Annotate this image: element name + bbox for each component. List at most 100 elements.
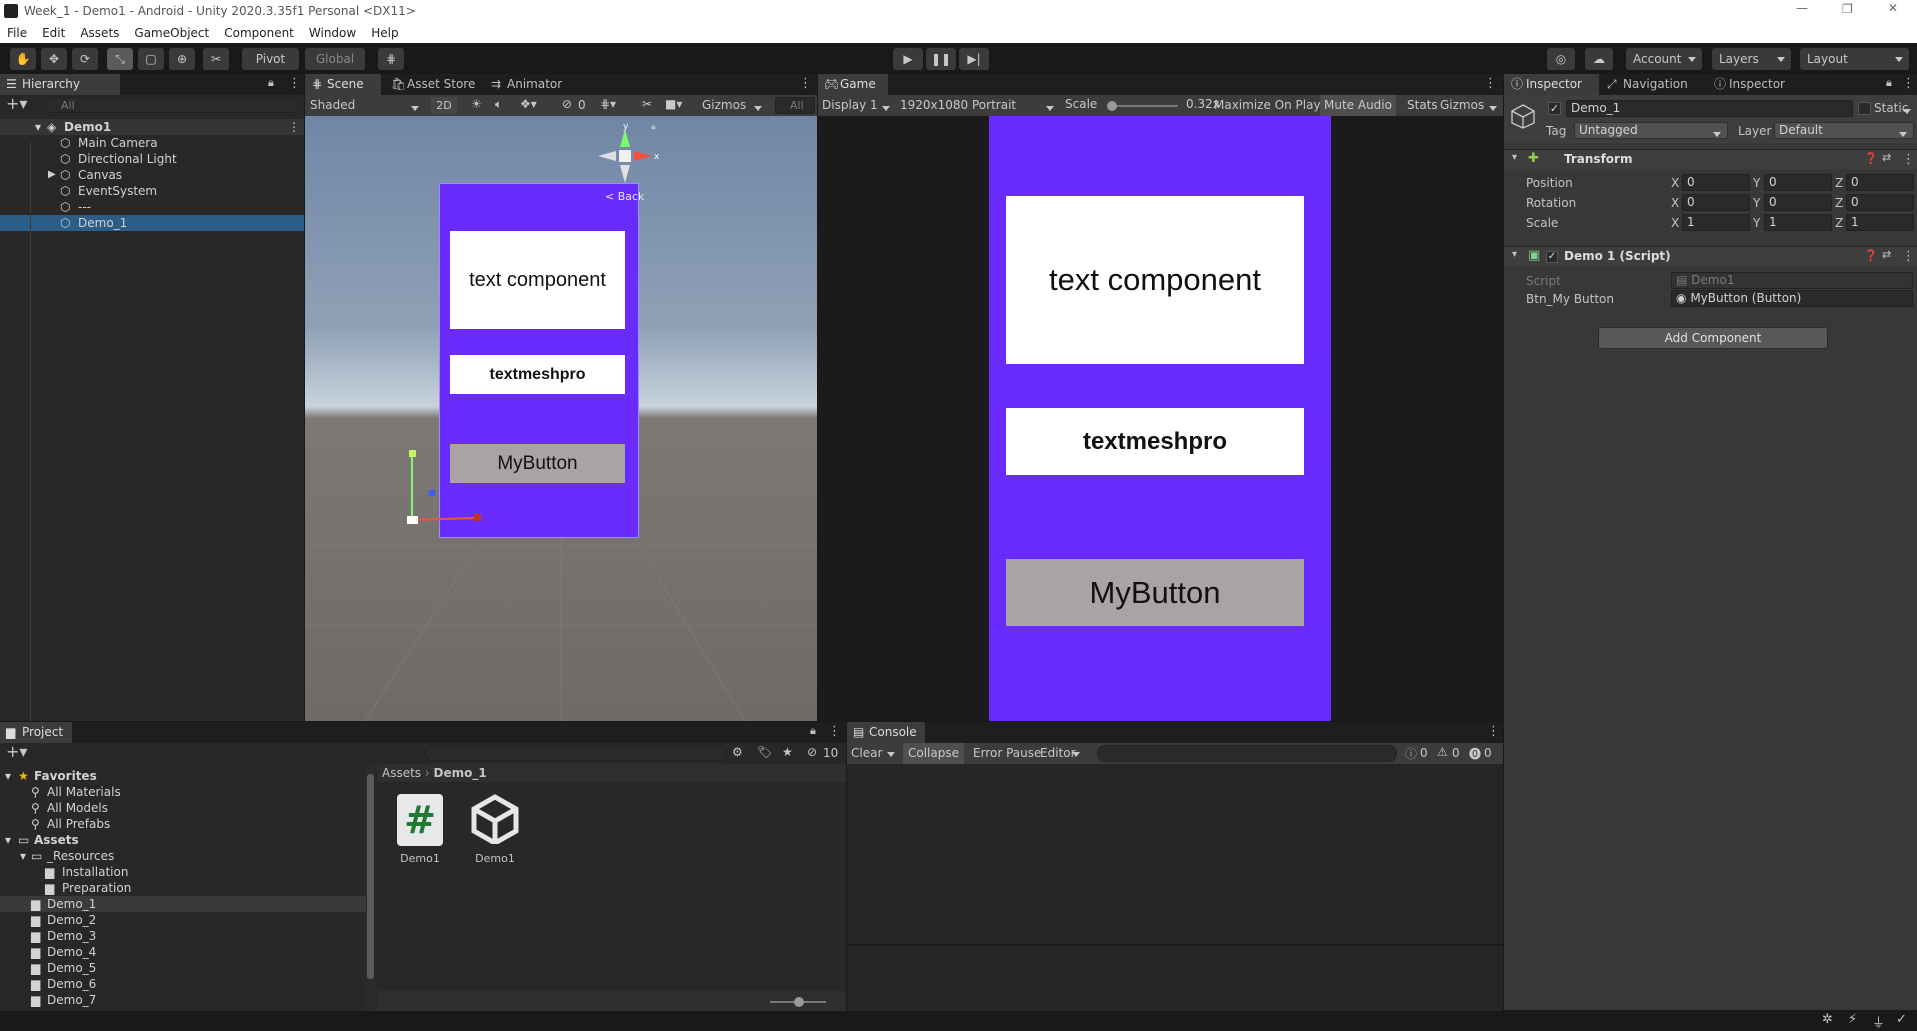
more-icon[interactable]: ⋮ (1487, 724, 1500, 739)
info-count-icon[interactable]: ⓘ (1405, 745, 1417, 762)
cloud-icon[interactable]: ☁ (1585, 48, 1613, 70)
script-enabled-checkbox[interactable]: ✓ (1546, 251, 1558, 263)
notification-icon[interactable]: ✓ (1896, 1012, 1907, 1027)
tab-navigation[interactable]: ⤢ Navigation (1601, 74, 1701, 95)
help-icon[interactable]: ❓ (1864, 152, 1878, 165)
tab-inspector[interactable]: ⓘ Inspector (1504, 74, 1599, 95)
back-view-label[interactable]: < Back (605, 190, 644, 203)
tab-inspector-2[interactable]: ⓘ Inspector (1707, 74, 1802, 95)
maximize-on-play-toggle[interactable]: Maximize On Play (1211, 97, 1324, 114)
expand-arrow-icon[interactable]: ▾ (35, 119, 41, 135)
icon-size-slider[interactable] (770, 997, 826, 1007)
hierarchy-item[interactable]: ⬡ Demo_1 (0, 215, 304, 231)
step-button[interactable]: ▶| (959, 48, 989, 70)
move-tool-button[interactable]: ✥ (41, 48, 67, 70)
tab-game[interactable]: 🎮︎ Game (818, 74, 888, 95)
custom-tool-button[interactable]: ✂ (203, 48, 229, 70)
lock-icon[interactable]: 🔒︎ (1886, 76, 1892, 90)
scene-search-input[interactable]: All (775, 97, 815, 114)
scene-viewport[interactable]: text component textmeshpro MyButton y x … (305, 116, 817, 721)
audio-icon[interactable]: 🔈︎ (495, 97, 502, 112)
collab-icon[interactable]: ◎ (1547, 48, 1575, 70)
btn-object-field[interactable]: ◉ MyButton (Button) (1671, 290, 1913, 307)
console-search-input[interactable] (1097, 745, 1397, 762)
scene-row[interactable]: ▾ ◈ Demo1 ⋮ (0, 119, 304, 135)
close-icon[interactable]: ✕ (1888, 1, 1898, 15)
scene-text-box[interactable]: text component (450, 231, 625, 329)
tab-animator[interactable]: ⇉ Animator (485, 74, 575, 95)
more-icon[interactable]: ⋮ (1902, 76, 1915, 91)
game-gizmos-dropdown[interactable]: Gizmos (1437, 97, 1503, 114)
transform-tool-button[interactable]: ⊕ (169, 48, 195, 70)
lock-icon[interactable]: 🔒︎ (810, 724, 816, 738)
menu-file[interactable]: File (0, 22, 35, 42)
error-count-icon[interactable]: ⓿ (1469, 745, 1481, 762)
lighting-icon[interactable]: ☀ (471, 97, 482, 111)
pivot-toggle[interactable]: Pivot (242, 48, 299, 70)
scale-slider-thumb[interactable] (1107, 101, 1117, 111)
favorite-item[interactable]: ⚲ All Materials (0, 784, 366, 800)
foldout-arrow-icon[interactable]: ▾ (1512, 249, 1517, 260)
project-search-input[interactable] (424, 745, 727, 761)
breadcrumb-assets[interactable]: Assets (382, 766, 421, 780)
display-dropdown[interactable]: Display 1 (822, 97, 896, 114)
project-folder[interactable]: ▆ Demo_1 (0, 896, 366, 912)
component-menu-icon[interactable]: ⋮ (1902, 249, 1915, 264)
camera-icon[interactable]: ■▾ (665, 97, 682, 111)
hand-tool-button[interactable]: ✋ (10, 48, 36, 70)
account-dropdown[interactable]: Account (1626, 48, 1702, 70)
tools-icon[interactable]: ✂ (642, 97, 652, 111)
tab-project[interactable]: ▆ Project (0, 722, 72, 743)
hierarchy-item[interactable]: ⬡ EventSystem (0, 183, 304, 199)
resolution-dropdown[interactable]: 1920x1080 Portrait (900, 97, 1060, 114)
play-button[interactable]: ▶ (893, 48, 923, 70)
filter-by-label-icon[interactable]: 🏷︎ (757, 745, 772, 759)
script-component-header[interactable]: ▾ ▣ ✓ Demo 1 (Script) ❓ ⇄ ⋮ (1504, 246, 1917, 266)
warning-count-icon[interactable]: ⚠ (1437, 745, 1448, 759)
static-dropdown[interactable]: Static (1874, 100, 1917, 117)
gizmo-lock-icon[interactable]: 🔒︎ (651, 122, 656, 132)
layers-dropdown[interactable]: Layers (1712, 48, 1791, 70)
transform-scale-x-field[interactable]: 1 (1682, 214, 1750, 231)
lock-icon[interactable]: 🔒︎ (268, 76, 274, 90)
game-canvas[interactable]: text component textmeshpro MyButton (989, 116, 1331, 721)
add-component-button[interactable]: Add Component (1598, 327, 1828, 349)
debug-icon[interactable]: ✲ (1822, 1012, 1833, 1027)
foldout-arrow-icon[interactable]: ▾ (1512, 152, 1517, 163)
component-menu-icon[interactable]: ⋮ (1902, 152, 1915, 167)
scene-textmeshpro-box[interactable]: textmeshpro (450, 355, 625, 394)
expand-arrow-icon[interactable]: ▶ (48, 167, 56, 183)
menu-edit[interactable]: Edit (35, 22, 73, 42)
preset-icon[interactable]: ⇄ (1882, 151, 1891, 164)
tab-hierarchy[interactable]: ☰ Hierarchy (0, 74, 120, 95)
menu-gameobject[interactable]: GameObject (127, 22, 217, 42)
project-folder[interactable]: ▆ Demo_4 (0, 944, 366, 960)
hierarchy-item[interactable]: ⬡ Main Camera (0, 135, 304, 151)
grid-snap-button[interactable]: ⋕ (378, 48, 404, 70)
transform-header[interactable]: ▾ ✚ Transform ❓ ⇄ ⋮ (1504, 149, 1917, 169)
foldout-arrow-icon[interactable]: ▾ (20, 848, 26, 864)
maximize-icon[interactable]: ❐ (1842, 2, 1853, 16)
scale-slider[interactable] (1107, 101, 1178, 111)
tag-dropdown[interactable]: Untagged (1574, 122, 1728, 139)
menu-help[interactable]: Help (364, 22, 406, 42)
scale-tool-button[interactable]: ⤡ (107, 48, 133, 70)
gizmos-dropdown[interactable]: Gizmos (698, 97, 768, 114)
favorite-item[interactable]: ⚲ All Prefabs (0, 816, 366, 832)
hierarchy-item[interactable]: ⬡ --- (0, 199, 304, 215)
transform-rotation-x-field[interactable]: 0 (1682, 194, 1750, 211)
transform-position-z-field[interactable]: 0 (1846, 174, 1914, 191)
transform-rotation-y-field[interactable]: 0 (1764, 194, 1832, 211)
more-icon[interactable]: ⋮ (828, 724, 841, 739)
tree-scrollbar-track[interactable] (366, 764, 375, 1011)
game-mybutton[interactable]: MyButton (1006, 559, 1304, 626)
filter-by-type-icon[interactable]: ⚙ (732, 745, 743, 759)
preparation-folder[interactable]: ▆ Preparation (0, 880, 366, 896)
hidden-packages-icon[interactable]: ⊘ (807, 745, 817, 759)
tab-scene[interactable]: ⋕ Scene (305, 74, 381, 95)
console-log-list[interactable] (847, 764, 1503, 944)
2d-toggle[interactable]: 2D (431, 97, 457, 114)
static-checkbox[interactable] (1858, 102, 1871, 115)
assets-row[interactable]: ▾ ▭ Assets (0, 832, 366, 848)
favorite-icon[interactable]: ★ (782, 745, 793, 759)
